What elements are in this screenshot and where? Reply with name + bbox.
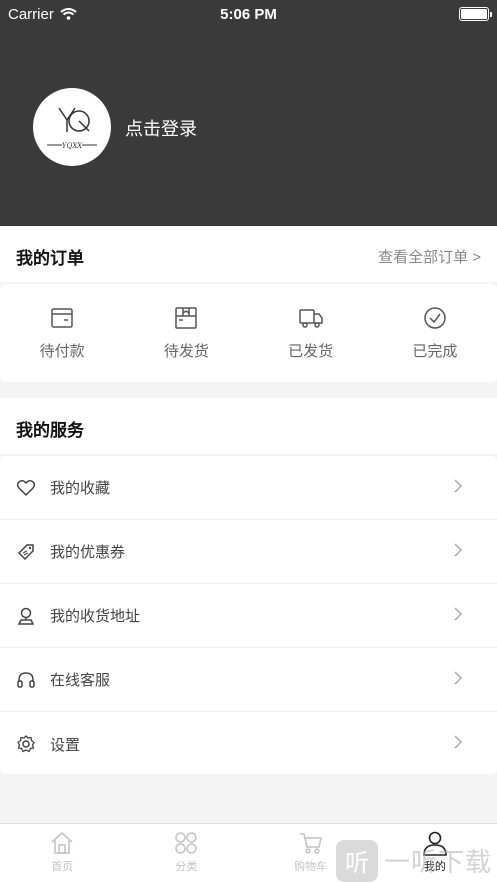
- truck-icon: [298, 308, 323, 328]
- chevron-right-icon: [454, 543, 463, 557]
- chevron-right-icon: [454, 671, 463, 685]
- service-label: 在线客服: [50, 672, 111, 689]
- profile-header: YQXX 点击登录: [0, 0, 497, 226]
- battery-icon: [459, 7, 492, 21]
- order-status-completed[interactable]: 已完成: [373, 284, 497, 382]
- service-settings[interactable]: 设置: [0, 712, 497, 776]
- watermark-text: 一听下载: [384, 848, 493, 878]
- gear-icon: [17, 735, 35, 753]
- order-status-shipped[interactable]: 已发货: [249, 284, 373, 382]
- chevron-right-icon: [454, 479, 463, 493]
- service-label: 我的优惠券: [50, 544, 126, 561]
- service-addresses[interactable]: 我的收货地址: [0, 584, 497, 648]
- order-status-label: 已完成: [412, 342, 458, 360]
- heart-icon: [16, 479, 36, 496]
- service-coupons[interactable]: 我的优惠券: [0, 520, 497, 584]
- package-icon: [175, 306, 198, 329]
- home-icon: [51, 831, 73, 854]
- login-link[interactable]: 点击登录: [125, 115, 197, 141]
- service-label: 我的收藏: [50, 480, 111, 497]
- services-list: 我的收藏 我的优惠券 我的收货地址 在线客服 设置: [0, 456, 497, 774]
- logo-icon: YQXX: [47, 107, 97, 152]
- wallet-icon: [51, 307, 73, 328]
- watermark: 听 一听下载: [336, 838, 496, 883]
- check-circle-icon: [424, 306, 446, 329]
- orders-card: 待付款 待发货 已发货 已完成: [0, 284, 497, 382]
- tab-label: 分类: [175, 861, 198, 873]
- logo-text: YQXX: [62, 142, 83, 150]
- order-status-pending-payment[interactable]: 待付款: [0, 284, 124, 382]
- status-time: 5:06 PM: [220, 5, 277, 23]
- tab-category[interactable]: 分类: [124, 824, 248, 883]
- cart-icon: [299, 833, 322, 854]
- service-label: 设置: [50, 736, 81, 754]
- chevron-right-icon: [454, 607, 463, 621]
- chevron-right-icon: [454, 735, 463, 749]
- order-status-label: 待付款: [39, 342, 85, 360]
- order-status-pending-shipment[interactable]: 待发货: [124, 284, 248, 382]
- tab-home[interactable]: 首页: [0, 824, 124, 883]
- view-all-orders-link[interactable]: 查看全部订单 >: [378, 246, 481, 267]
- orders-title: 我的订单: [16, 249, 84, 268]
- headset-icon: [17, 671, 35, 688]
- watermark-logo: 听: [336, 839, 378, 882]
- order-status-label: 已发货: [288, 342, 334, 360]
- service-favorites[interactable]: 我的收藏: [0, 456, 497, 520]
- tab-label: 首页: [51, 861, 74, 873]
- avatar[interactable]: YQXX: [33, 88, 111, 166]
- order-status-label: 待发货: [163, 342, 209, 360]
- service-customer-support[interactable]: 在线客服: [0, 648, 497, 712]
- services-title: 我的服务: [16, 421, 84, 440]
- location-icon: [17, 607, 35, 625]
- tab-label: 购物车: [294, 861, 328, 873]
- status-bar: Carrier 5:06 PM: [0, 0, 497, 28]
- category-icon: [175, 832, 198, 854]
- coupon-icon: [17, 543, 34, 560]
- service-label: 我的收货地址: [50, 608, 141, 625]
